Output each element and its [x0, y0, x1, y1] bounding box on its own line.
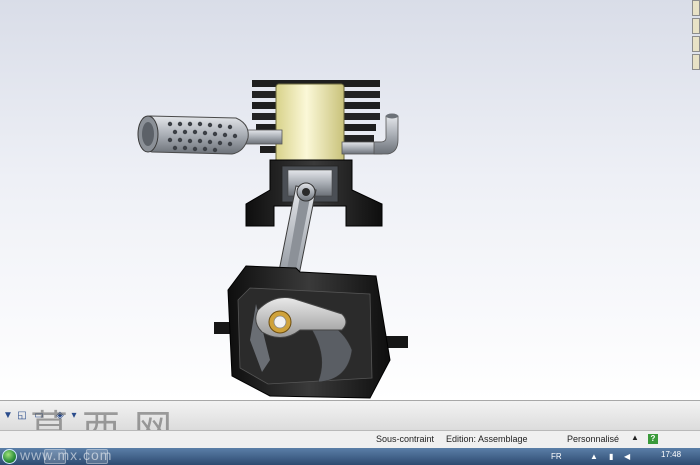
explode-icon[interactable]: ▾ [68, 410, 80, 422]
filter-icon[interactable]: ▼ [2, 410, 14, 422]
graphics-area[interactable] [0, 0, 700, 400]
start-button[interactable] [2, 449, 17, 464]
task-pane-tab[interactable] [692, 0, 700, 16]
cylinder-sleeve [275, 83, 345, 167]
engine-assembly-model[interactable] [0, 0, 700, 400]
task-pane-tabs[interactable] [692, 0, 700, 80]
task-pane-tab[interactable] [692, 54, 700, 70]
volume-icon[interactable]: ◀ [624, 452, 630, 461]
language-indicator[interactable]: FR [551, 452, 562, 461]
clock[interactable]: 17:48 [661, 450, 681, 459]
watermark-url: www.mx.com [20, 447, 113, 463]
help-icon[interactable]: ? [648, 434, 658, 444]
mate-icon[interactable]: ◈ [54, 410, 66, 422]
status-bar: Sous-contraint Edition: Assemblage Perso… [0, 430, 700, 448]
task-pane-tab[interactable] [692, 18, 700, 34]
crankcase [214, 265, 408, 399]
constraint-status: Sous-contraint [376, 434, 435, 444]
network-icon[interactable]: ▲ [590, 452, 598, 461]
assembly-icon[interactable]: ▭ [30, 410, 48, 422]
select-icon[interactable]: ◱ [16, 410, 28, 422]
task-pane-tab[interactable] [692, 36, 700, 52]
edit-mode-status: Edition: Assemblage [446, 434, 528, 444]
chevron-up-icon[interactable]: ▲ [631, 433, 639, 442]
command-toolbar: ▼ ◱ ▭ ◈ ▾ [0, 400, 700, 430]
battery-icon[interactable]: ▮ [609, 452, 613, 461]
units-selector[interactable]: Personnalisé [567, 434, 619, 444]
